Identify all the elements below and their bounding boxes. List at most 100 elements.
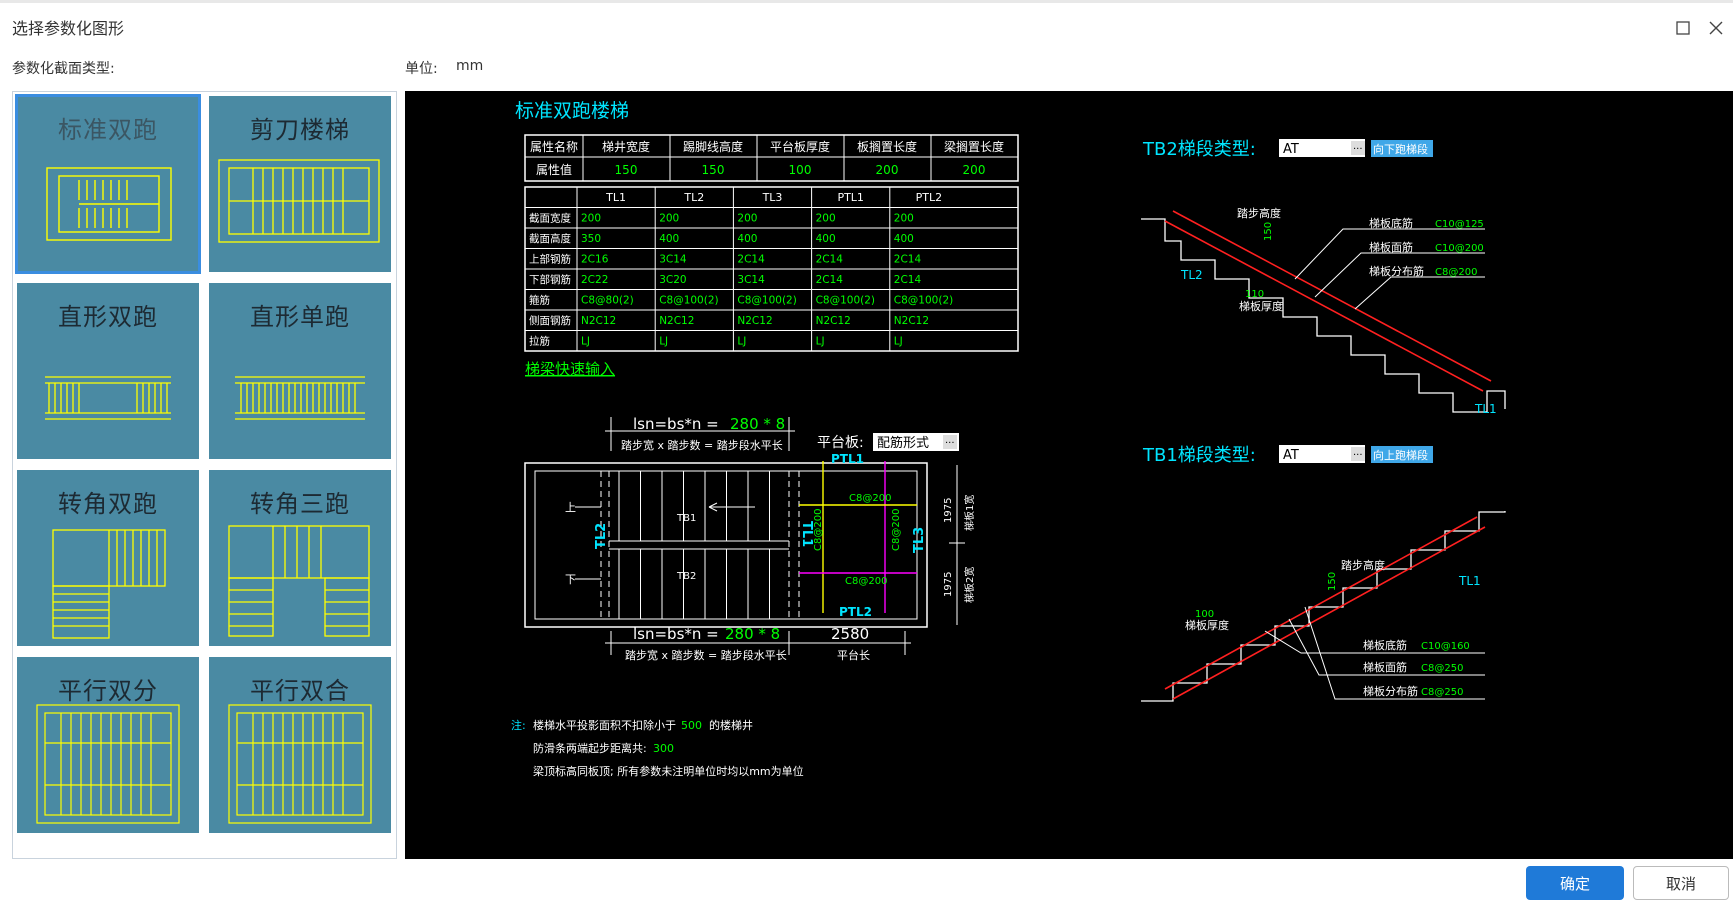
beam-row-label: 拉筋 xyxy=(529,335,550,348)
tb1-dist-rebar-value[interactable]: C8@250 xyxy=(1421,687,1463,698)
beam-cell-value[interactable]: LJ xyxy=(737,336,746,348)
maximize-button[interactable] xyxy=(1666,11,1700,45)
beam-cell-value[interactable]: N2C12 xyxy=(737,315,772,327)
beam-cell-value[interactable]: 200 xyxy=(816,213,836,225)
tl2-plan-label: TL2 xyxy=(594,523,609,549)
plan-rebar-right[interactable]: C8@200 xyxy=(891,509,902,551)
beam-cell-value[interactable]: LJ xyxy=(581,336,590,348)
prop-value-0[interactable]: 150 xyxy=(615,163,638,177)
plan-top-formula-value[interactable]: 280 * 8 xyxy=(730,415,785,433)
beam-cell-value[interactable]: 400 xyxy=(737,233,757,245)
tb1-bottom-rebar-value[interactable]: C10@160 xyxy=(1421,641,1470,652)
tb2-thickness-label: 梯板厚度 xyxy=(1239,299,1283,313)
beam-cell-value[interactable]: N2C12 xyxy=(659,315,694,327)
tb2-top-rebar-value[interactable]: C10@200 xyxy=(1435,243,1484,254)
beam-cell-value[interactable]: 2C14 xyxy=(894,274,922,286)
plan-rebar-left[interactable]: C8@200 xyxy=(813,509,824,551)
beam-cell-value[interactable]: 2C16 xyxy=(581,254,609,266)
beam-cell-value[interactable]: 200 xyxy=(737,213,757,225)
section-type-list: 标准双跑 剪刀楼梯 直形双跑 直形单跑 转角双跑 转角三跑 平行双分 平行双合 xyxy=(12,91,397,859)
beam-cell-value[interactable]: N2C12 xyxy=(581,315,616,327)
beam-cell-value[interactable]: C8@80(2) xyxy=(581,295,634,307)
plan-bottom-formula-prefix: lsn=bs*n = xyxy=(633,625,719,643)
thumb-straight-double-run[interactable]: 直形双跑 xyxy=(17,283,199,459)
tb1-dist-rebar-label: 梯板分布筋 xyxy=(1363,684,1418,698)
platform-length[interactable]: 2580 xyxy=(831,625,869,643)
close-button[interactable] xyxy=(1699,11,1733,45)
prop-value-3[interactable]: 200 xyxy=(876,163,899,177)
tb1-top-rebar-value[interactable]: C8@250 xyxy=(1421,663,1463,674)
tb2-right-beam: TL1 xyxy=(1474,402,1497,416)
beam-cell-value[interactable]: 3C20 xyxy=(659,274,686,286)
tb1-step-height-label: 踏步高度 xyxy=(1341,558,1385,572)
thumb-parallel-merge[interactable]: 平行双合 xyxy=(209,657,391,833)
beam-cell-value[interactable]: 2C14 xyxy=(894,254,922,266)
plan-rebar-bottom[interactable]: C8@200 xyxy=(845,576,887,587)
beam-cell-value[interactable]: 3C14 xyxy=(737,274,765,286)
tb1-type-label: TB1梯段类型: xyxy=(1142,445,1256,466)
tb1-type-value: AT xyxy=(1283,448,1299,463)
plan-bottom-formula-value[interactable]: 280 * 8 xyxy=(725,625,780,643)
thumb-straight-single-run[interactable]: 直形单跑 xyxy=(209,283,391,459)
beam-cell-value[interactable]: 350 xyxy=(581,233,601,245)
note2-value[interactable]: 300 xyxy=(653,742,674,755)
beam-cell-value[interactable]: 2C14 xyxy=(816,254,844,266)
prop-header-3: 平台板厚度 xyxy=(770,139,830,154)
properties-table: 属性名称 梯井宽度 踢脚线高度 平台板厚度 板搁置长度 梁搁置长度 属性值 15… xyxy=(524,134,1019,182)
prop-value-4[interactable]: 200 xyxy=(963,163,986,177)
beam-cell-value[interactable]: 400 xyxy=(659,233,679,245)
unit-label: 单位: xyxy=(405,61,438,77)
beam-cell-value[interactable]: 200 xyxy=(894,213,914,225)
beam-cell-value[interactable]: LJ xyxy=(816,336,825,348)
beam-cell-value[interactable]: C8@100(2) xyxy=(659,295,718,307)
tb1-thickness-label: 梯板厚度 xyxy=(1185,618,1229,632)
beam-cell-value[interactable]: C8@100(2) xyxy=(737,295,796,307)
tb2-dist-rebar-value[interactable]: C8@200 xyxy=(1435,267,1477,278)
note1-value[interactable]: 500 xyxy=(681,719,702,732)
tb2-step-height-value[interactable]: 150 xyxy=(1263,222,1274,241)
more-icon: ··· xyxy=(1353,450,1363,461)
thumb-parallel-split[interactable]: 平行双分 xyxy=(17,657,199,833)
beam-cell-value[interactable]: LJ xyxy=(659,336,668,348)
beam-cell-value[interactable]: 2C14 xyxy=(737,254,765,266)
prop-header-4: 板搁置长度 xyxy=(857,139,917,154)
quick-input-link[interactable]: 梯梁快速输入 xyxy=(525,360,615,378)
thumb-standard-double-run[interactable]: 标准双跑 xyxy=(15,94,201,274)
beam-cell-value[interactable]: N2C12 xyxy=(894,315,929,327)
tb1-step-height-value[interactable]: 150 xyxy=(1327,572,1338,591)
down-label: 下 xyxy=(565,573,576,586)
beam-cell-value[interactable]: N2C12 xyxy=(816,315,851,327)
tb1-bottom-rebar-label: 梯板底筋 xyxy=(1363,638,1407,652)
beam-cell-value[interactable]: 2C22 xyxy=(581,274,608,286)
beam-cell-value[interactable]: C8@100(2) xyxy=(816,295,875,307)
width2-value[interactable]: 1975 xyxy=(943,572,954,597)
thumb-corner-double-run[interactable]: 转角双跑 xyxy=(17,470,199,646)
prop-value-2[interactable]: 100 xyxy=(789,163,812,177)
prop-value-1[interactable]: 150 xyxy=(702,163,725,177)
cancel-button[interactable]: 取消 xyxy=(1633,866,1729,900)
ok-button[interactable]: 确定 xyxy=(1526,866,1624,900)
beam-cell-value[interactable]: LJ xyxy=(894,336,903,348)
thumb-corner-triple-run[interactable]: 转角三跑 xyxy=(209,470,391,646)
beam-row-label: 侧面钢筋 xyxy=(529,314,571,327)
plan-rebar-top[interactable]: C8@200 xyxy=(849,493,891,504)
thumb-scissor-stair[interactable]: 剪刀楼梯 xyxy=(209,96,391,272)
tb2-thickness-value[interactable]: 110 xyxy=(1245,289,1264,300)
tb2-dist-rebar-label: 梯板分布筋 xyxy=(1369,264,1424,278)
straight-double-run-icon xyxy=(45,376,171,420)
beam-cell-value[interactable]: C8@100(2) xyxy=(894,295,953,307)
beam-cell-value[interactable]: 200 xyxy=(581,213,601,225)
beam-cell-value[interactable]: 400 xyxy=(894,233,914,245)
prop-row-label: 属性值 xyxy=(536,162,572,177)
beam-cell-value[interactable]: 200 xyxy=(659,213,679,225)
unit-value: mm xyxy=(456,58,484,74)
beam-cell-value[interactable]: 2C14 xyxy=(816,274,844,286)
prop-header-0: 属性名称 xyxy=(530,139,578,154)
beam-header: PTL2 xyxy=(916,191,942,204)
width1-value[interactable]: 1975 xyxy=(943,498,954,523)
tb1-section: TB1梯段类型: AT ··· 向上跑梯段 踏步高度 150 100 梯板厚度 … xyxy=(1141,445,1506,702)
tb2-left-beam: TL2 xyxy=(1180,268,1203,282)
beam-cell-value[interactable]: 3C14 xyxy=(659,254,687,266)
beam-cell-value[interactable]: 400 xyxy=(816,233,836,245)
tb2-bottom-rebar-value[interactable]: C10@125 xyxy=(1435,219,1484,230)
